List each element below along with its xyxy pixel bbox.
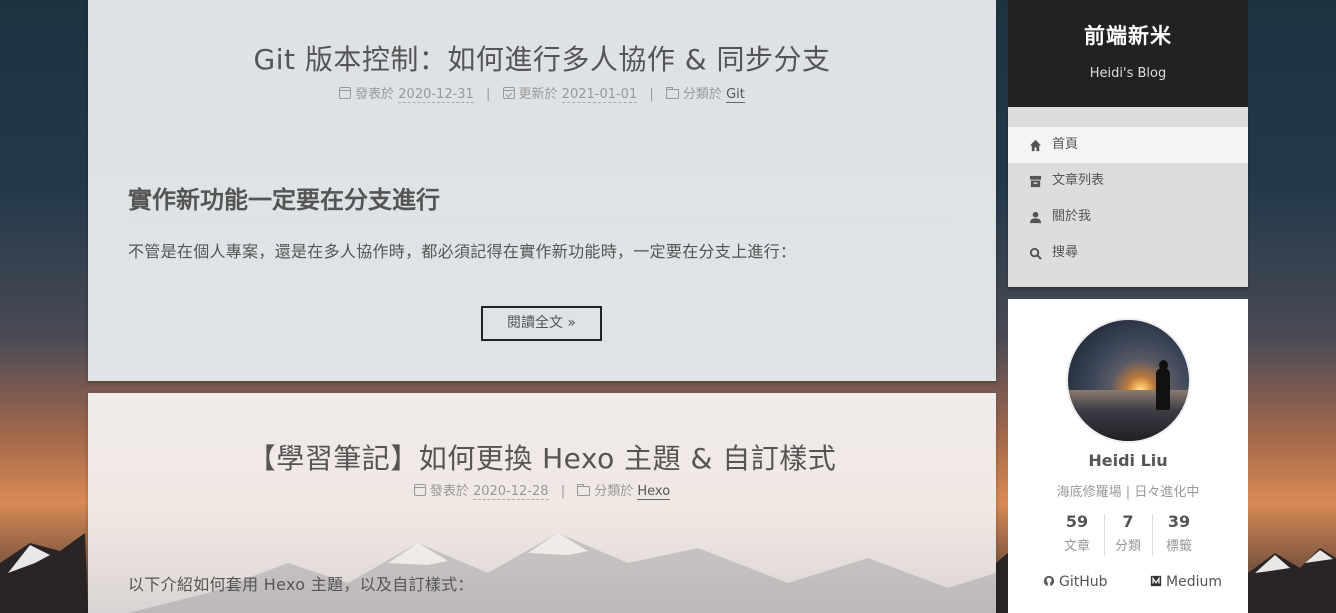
mountain-decoration (128, 533, 996, 613)
stat-count: 59 (1065, 512, 1089, 531)
calendar-icon (413, 484, 426, 496)
menu-item-about[interactable]: 關於我 (1008, 199, 1248, 235)
site-brand: 前端新米 Heidi's Blog (1008, 0, 1248, 107)
post-section-heading: 實作新功能一定要在分支進行 (128, 180, 956, 220)
stat-label: 標籤 (1165, 539, 1192, 554)
stat-label: 文章 (1063, 539, 1090, 554)
stat-count: 7 (1122, 512, 1134, 531)
category-link[interactable]: Hexo (637, 484, 671, 500)
post-excerpt: 不管是在個人專案，還是在多人協作時，都必須記得在實作新功能時，一定要在分支上進行… (128, 242, 797, 261)
menu-item-label: 搜尋 (1052, 245, 1079, 260)
read-more-button[interactable]: 閱讀全文 » (481, 306, 602, 341)
calendar-check-icon (502, 87, 515, 99)
post-meta: 發表於 2020-12-31 | 更新於 2021-01-01 | 分類於 Gi… (88, 83, 996, 103)
author-profile: Heidi Liu 海底修羅場 | 日々進化中 59 文章 7 分類 39 標籤… (1008, 299, 1248, 613)
meta-separator: | (649, 87, 654, 102)
stat-posts[interactable]: 59 文章 (1053, 512, 1101, 554)
stat-divider (1152, 514, 1153, 556)
menu-item-label: 關於我 (1052, 209, 1092, 224)
stat-label: 分類 (1114, 539, 1141, 554)
menu-item-label: 文章列表 (1052, 173, 1105, 188)
updated-meta: 更新於 2021-01-01 (502, 83, 638, 103)
home-icon (1029, 139, 1042, 152)
author-name: Heidi Liu (1088, 451, 1168, 470)
published-meta: 發表於 2020-12-31 (339, 83, 474, 103)
author-description: 海底修羅場 | 日々進化中 (1056, 485, 1200, 500)
post-card: 【學習筆記】如何更換 Hexo 主題 & 自訂樣式 發表於 2020-12-28… (88, 393, 996, 613)
avatar (1066, 318, 1191, 443)
site-stats: 59 文章 7 分類 39 標籤 (1053, 512, 1203, 558)
meta-separator: | (485, 87, 491, 102)
github-label: GitHub (1059, 574, 1108, 590)
menu-item-label: 首頁 (1052, 137, 1079, 152)
post-title-link[interactable]: 【學習筆記】如何更換 Hexo 主題 & 自訂樣式 (88, 437, 996, 477)
category-link[interactable]: Git (726, 87, 745, 103)
folder-icon (665, 87, 679, 99)
menu-item-home[interactable]: 首頁 (1008, 127, 1248, 163)
published-date: 2020-12-31 (398, 87, 474, 103)
site-menu: 首頁 文章列表 關於我 搜尋 (1008, 107, 1248, 287)
category-label: 分類於 (682, 87, 722, 102)
updated-date: 2021-01-01 (561, 87, 638, 103)
avatar-sea (1068, 390, 1189, 441)
site-title[interactable]: 前端新米 (1008, 20, 1248, 50)
category-meta: 分類於 Hexo (577, 480, 671, 500)
category-meta: 分類於 Git (665, 83, 745, 103)
post-meta: 發表於 2020-12-28 | 分類於 Hexo (88, 480, 996, 500)
search-icon (1029, 247, 1042, 260)
github-icon (1043, 575, 1055, 587)
folder-icon (577, 484, 591, 496)
calendar-icon (339, 87, 352, 99)
archive-icon (1029, 175, 1042, 188)
github-link[interactable]: GitHub (1043, 574, 1108, 590)
menu-item-search[interactable]: 搜尋 (1008, 235, 1248, 271)
published-label: 發表於 (355, 87, 395, 102)
post-card: Git 版本控制：如何進行多人協作 & 同步分支 發表於 2020-12-31 … (88, 0, 996, 381)
category-label: 分類於 (594, 484, 634, 499)
stat-tags[interactable]: 39 標籤 (1155, 512, 1203, 554)
medium-link[interactable]: Medium (1150, 574, 1222, 590)
menu-item-archives[interactable]: 文章列表 (1008, 163, 1248, 199)
stat-count: 39 (1167, 512, 1191, 531)
published-label: 發表於 (429, 484, 469, 499)
updated-label: 更新於 (518, 87, 558, 102)
published-date: 2020-12-28 (472, 484, 549, 500)
post-excerpt: 以下介紹如何套用 Hexo 主題，以及自訂樣式： (128, 575, 474, 594)
medium-label: Medium (1166, 574, 1222, 590)
user-icon (1029, 211, 1042, 224)
published-meta: 發表於 2020-12-28 (413, 480, 549, 500)
site-subtitle: Heidi's Blog (1089, 66, 1167, 81)
medium-icon (1150, 575, 1162, 587)
stat-categories[interactable]: 7 分類 (1104, 512, 1152, 554)
avatar-person (1156, 368, 1170, 410)
meta-separator: | (560, 484, 566, 499)
post-title-link[interactable]: Git 版本控制：如何進行多人協作 & 同步分支 (88, 38, 996, 78)
